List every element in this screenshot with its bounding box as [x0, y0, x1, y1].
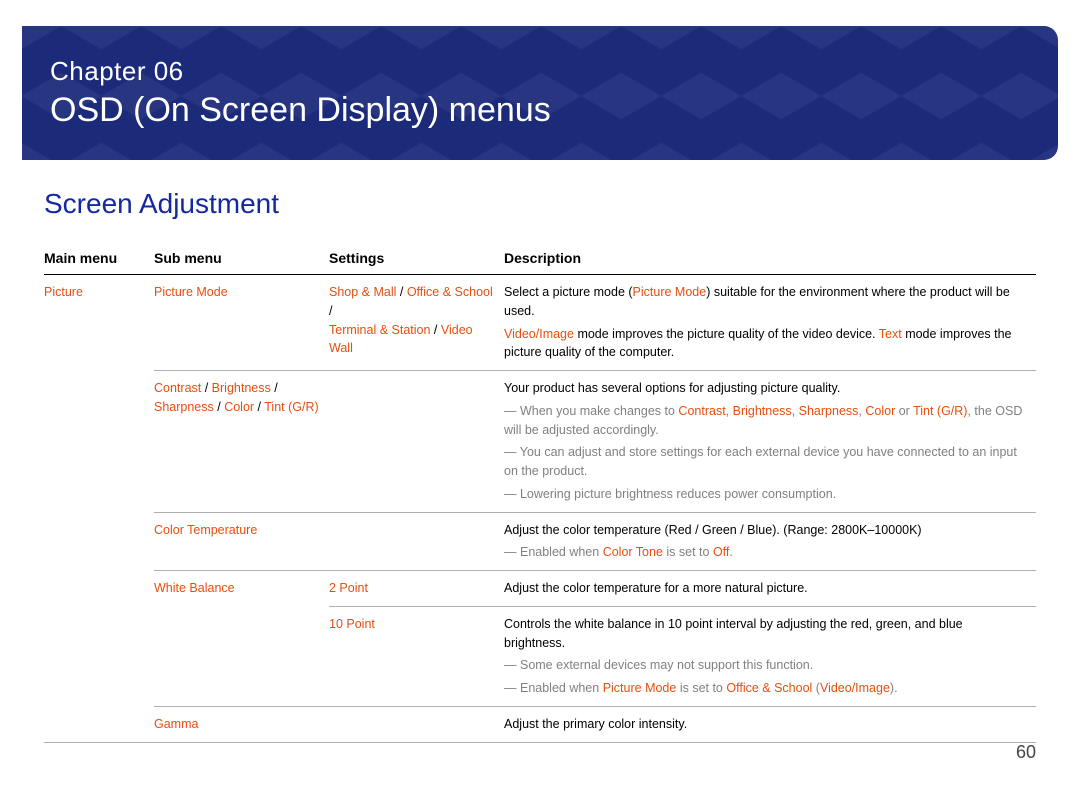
table-row: Picture Picture Mode Shop & Mall / Offic… — [44, 275, 1036, 371]
table-header-row: Main menu Sub menu Settings Description — [44, 242, 1036, 275]
settings-value: 2 Point — [329, 581, 368, 595]
sub-menu-value: Gamma — [154, 717, 198, 731]
settings-value: 10 Point — [329, 617, 375, 631]
sub-menu-value: Contrast / Brightness / Sharpness / Colo… — [154, 371, 329, 512]
table-row: White Balance 2 Point Adjust the color t… — [44, 571, 1036, 606]
main-menu-value: Picture — [44, 285, 83, 299]
description-value: Select a picture mode (Picture Mode) sui… — [504, 275, 1036, 371]
chapter-label: Chapter 06 — [50, 56, 1030, 87]
description-value: Your product has several options for adj… — [504, 371, 1036, 512]
sub-menu-value: Color Temperature — [154, 523, 257, 537]
chapter-title: OSD (On Screen Display) menus — [50, 91, 1030, 130]
table-row: Gamma Adjust the primary color intensity… — [44, 706, 1036, 741]
page-number: 60 — [1016, 742, 1036, 763]
description-value: Adjust the primary color intensity. — [504, 706, 1036, 741]
content-area: Screen Adjustment Main menu Sub menu Set… — [0, 160, 1080, 743]
col-description: Description — [504, 242, 1036, 275]
col-main-menu: Main menu — [44, 242, 154, 275]
settings-value: Shop & Mall / Office & School / Terminal… — [329, 275, 504, 371]
sub-menu-value: Picture Mode — [154, 285, 228, 299]
table-row: Color Temperature Adjust the color tempe… — [44, 512, 1036, 570]
col-sub-menu: Sub menu — [154, 242, 329, 275]
table-row: Contrast / Brightness / Sharpness / Colo… — [44, 371, 1036, 512]
description-value: Controls the white balance in 10 point i… — [504, 606, 1036, 706]
col-settings: Settings — [329, 242, 504, 275]
section-title: Screen Adjustment — [44, 188, 1036, 220]
settings-table: Main menu Sub menu Settings Description … — [44, 242, 1036, 743]
chapter-header: Chapter 06 OSD (On Screen Display) menus — [22, 26, 1058, 160]
description-value: Adjust the color temperature (Red / Gree… — [504, 512, 1036, 570]
description-value: Adjust the color temperature for a more … — [504, 571, 1036, 606]
table-row: 10 Point Controls the white balance in 1… — [44, 606, 1036, 706]
sub-menu-value: White Balance — [154, 581, 235, 595]
